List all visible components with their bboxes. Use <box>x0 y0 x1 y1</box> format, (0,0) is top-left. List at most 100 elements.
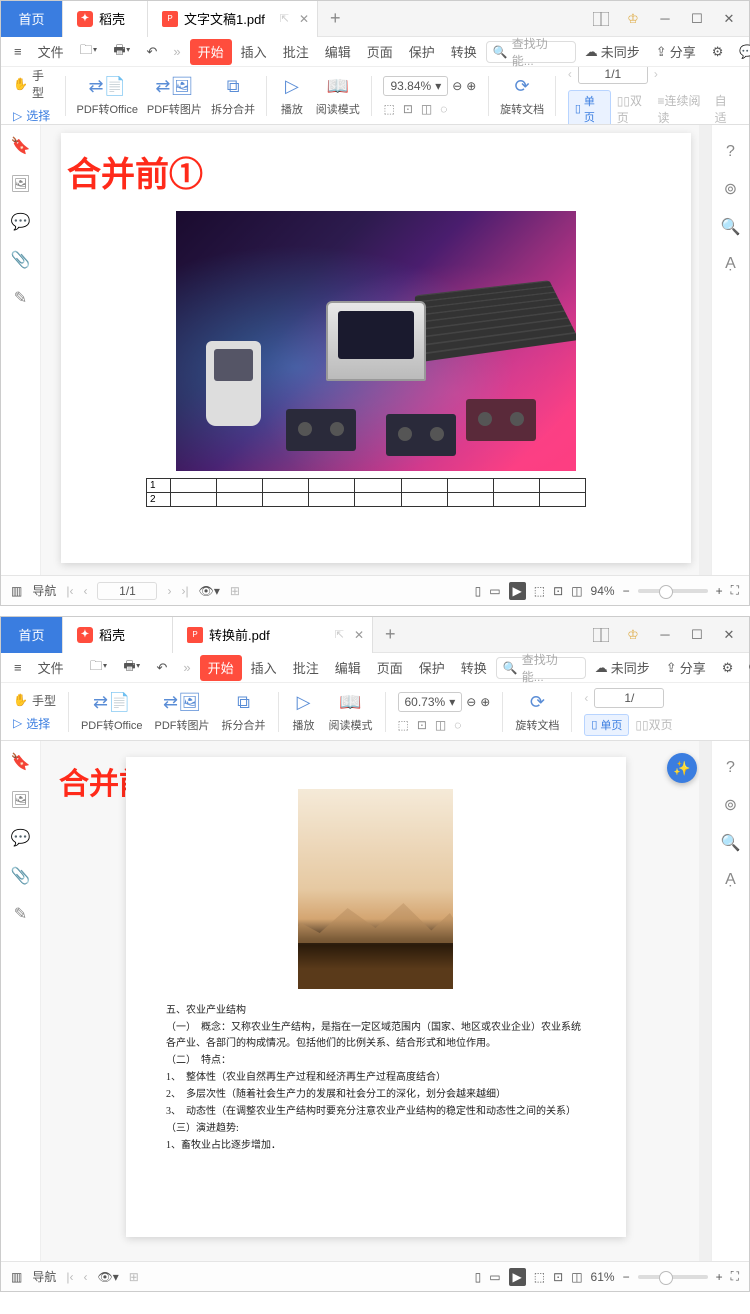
fit-icon-3[interactable]: ◫ <box>571 1270 582 1284</box>
menu-file[interactable]: 文件 <box>31 655 71 681</box>
crop-icon[interactable]: ◫ <box>421 102 432 116</box>
settings-icon[interactable]: ⊚ <box>724 795 737 815</box>
print-icon[interactable]: 🖶▾ <box>116 655 147 681</box>
fullscreen-icon[interactable]: ⛶ <box>731 1269 739 1284</box>
gear-icon[interactable]: ⚙ <box>705 39 731 65</box>
next-page-icon[interactable]: › <box>167 584 171 598</box>
search-input[interactable]: 🔍 查找功能... <box>496 657 586 679</box>
view-mode-icon-1[interactable]: ▯ <box>475 1270 482 1284</box>
tool-read-mode[interactable]: 📖阅读模式 <box>325 691 377 733</box>
dashed-icon[interactable]: ◌ <box>440 102 447 116</box>
tool-select[interactable]: ▷选择 <box>9 105 57 125</box>
chat-icon[interactable]: 💬 <box>732 39 750 65</box>
print-icon[interactable]: 🖶▾ <box>106 39 137 65</box>
undo-icon[interactable]: ↶ <box>150 655 175 681</box>
menu-start[interactable]: 开始 <box>190 39 232 65</box>
help-icon[interactable]: ? <box>726 759 735 777</box>
zoom-input[interactable]: 93.84%▾ <box>383 76 448 96</box>
last-page-icon[interactable]: ›| <box>181 584 188 598</box>
tool-split-merge[interactable]: ⧉拆分合并 <box>208 75 258 117</box>
fit-icon-1[interactable]: ⬚ <box>534 584 545 598</box>
maximize-button[interactable]: ☐ <box>681 620 713 650</box>
view-auto[interactable]: 自适 <box>715 92 737 126</box>
zoom-slider[interactable] <box>638 1275 708 1279</box>
menu-convert[interactable]: 转换 <box>454 655 494 681</box>
canvas[interactable]: 合并前② ✨ 五、农业产业结构 （一） 概念：又称农业生产结构，是指在一定区域范… <box>41 741 711 1261</box>
prev-page-icon[interactable]: ‹ <box>83 584 87 598</box>
chat-icon[interactable]: 💬 <box>742 655 750 681</box>
zoom-tool-icon[interactable]: 🔍 <box>721 833 741 853</box>
minimize-button[interactable]: ─ <box>649 4 681 34</box>
menu-start[interactable]: 开始 <box>200 655 242 681</box>
vertical-scrollbar[interactable] <box>699 125 711 575</box>
next-page-icon[interactable]: › <box>654 67 658 81</box>
translate-icon[interactable]: Ạ <box>725 871 736 889</box>
sync-status[interactable]: ☁未同步 <box>588 655 657 681</box>
undo-icon[interactable]: ↶ <box>140 39 165 65</box>
open-icon[interactable]: 🗀▾ <box>83 655 115 681</box>
tool-play[interactable]: ▷播放 <box>275 75 309 117</box>
tool-pdf-to-office[interactable]: ⇄📄PDF转Office <box>77 691 147 733</box>
tool-hand[interactable]: ✋手型 <box>9 67 57 103</box>
crop-icon[interactable]: ◫ <box>435 718 446 732</box>
vertical-scrollbar[interactable] <box>699 741 711 1261</box>
fit-width-icon[interactable]: ⬚ <box>398 718 409 732</box>
comment-icon[interactable]: 💬 <box>10 211 32 233</box>
layout-icon[interactable] <box>585 620 617 650</box>
tool-rotate[interactable]: ⟳旋转文档 <box>497 75 547 117</box>
fit-page-icon[interactable]: ⊡ <box>403 102 413 116</box>
view-double-page[interactable]: ▯▯双页 <box>617 92 652 126</box>
menu-page[interactable]: 页面 <box>370 655 410 681</box>
zoom-out-button[interactable]: − <box>623 1270 630 1284</box>
attachment-icon[interactable]: 📎 <box>10 865 32 887</box>
tool-split-merge[interactable]: ⧉拆分合并 <box>218 691 270 733</box>
tab-home[interactable]: 首页 <box>1 1 63 37</box>
view-single-page[interactable]: ▯单页 <box>568 90 611 126</box>
pin-icon[interactable]: ⇱ <box>280 12 289 25</box>
hamburger-icon[interactable]: ≡ <box>7 655 29 681</box>
view-mode-icon-2[interactable]: ▭ <box>489 584 500 598</box>
bookmark-icon[interactable]: 🔖 <box>10 751 32 773</box>
more-icon[interactable]: » <box>176 655 197 681</box>
grid-icon[interactable]: ⊞ <box>129 1270 139 1284</box>
nav-label[interactable]: 导航 <box>32 582 56 599</box>
attachment-icon[interactable]: 📎 <box>10 249 32 271</box>
open-icon[interactable]: 🗀▾ <box>73 39 105 65</box>
menu-file[interactable]: 文件 <box>31 39 71 65</box>
gear-icon[interactable]: ⚙ <box>715 655 741 681</box>
zoom-tool-icon[interactable]: 🔍 <box>721 217 741 237</box>
menu-protect[interactable]: 保护 <box>402 39 442 65</box>
grid-icon[interactable]: ⊞ <box>230 584 240 598</box>
tab-file[interactable]: P 文字文稿1.pdf ⇱ ✕ <box>148 1 318 37</box>
zoom-out-button[interactable]: − <box>623 584 630 598</box>
hamburger-icon[interactable]: ≡ <box>7 39 29 65</box>
layout-icon[interactable] <box>585 4 617 34</box>
menu-convert[interactable]: 转换 <box>444 39 484 65</box>
new-tab-button[interactable]: + <box>373 624 408 645</box>
new-tab-button[interactable]: + <box>318 8 353 29</box>
tool-read-mode[interactable]: 📖阅读模式 <box>313 75 363 117</box>
menu-edit[interactable]: 编辑 <box>328 655 368 681</box>
zoom-in-button[interactable]: + <box>716 1270 723 1284</box>
share-button[interactable]: ⇪分享 <box>659 655 713 681</box>
tool-select[interactable]: ▷选择 <box>9 713 60 734</box>
close-tab-icon[interactable]: ✕ <box>299 12 309 26</box>
tool-play[interactable]: ▷播放 <box>287 691 321 733</box>
sync-status[interactable]: ☁未同步 <box>578 39 647 65</box>
tab-home[interactable]: 首页 <box>1 617 63 653</box>
view-mode-icon-3[interactable]: ▶ <box>509 1268 526 1286</box>
fit-icon-1[interactable]: ⬚ <box>534 1270 545 1284</box>
page-input[interactable]: 1/ <box>594 688 664 708</box>
signature-icon[interactable]: ✎ <box>10 903 32 925</box>
eye-icon[interactable]: 👁▾ <box>97 1270 118 1284</box>
tool-pdf-to-image[interactable]: ⇄🖼PDF转图片 <box>144 75 204 117</box>
crown-icon[interactable]: ♔ <box>617 620 649 650</box>
thumbnail-icon[interactable]: 🖼 <box>10 789 32 811</box>
menu-protect[interactable]: 保护 <box>412 655 452 681</box>
zoom-out-icon[interactable]: ⊖ <box>466 695 476 709</box>
prev-page-icon[interactable]: ‹ <box>568 67 572 81</box>
zoom-input[interactable]: 60.73%▾ <box>398 692 463 712</box>
page-input[interactable]: 1/1 <box>578 67 648 84</box>
view-double-page[interactable]: ▯▯双页 <box>635 716 672 733</box>
view-mode-icon-3[interactable]: ▶ <box>509 582 526 600</box>
